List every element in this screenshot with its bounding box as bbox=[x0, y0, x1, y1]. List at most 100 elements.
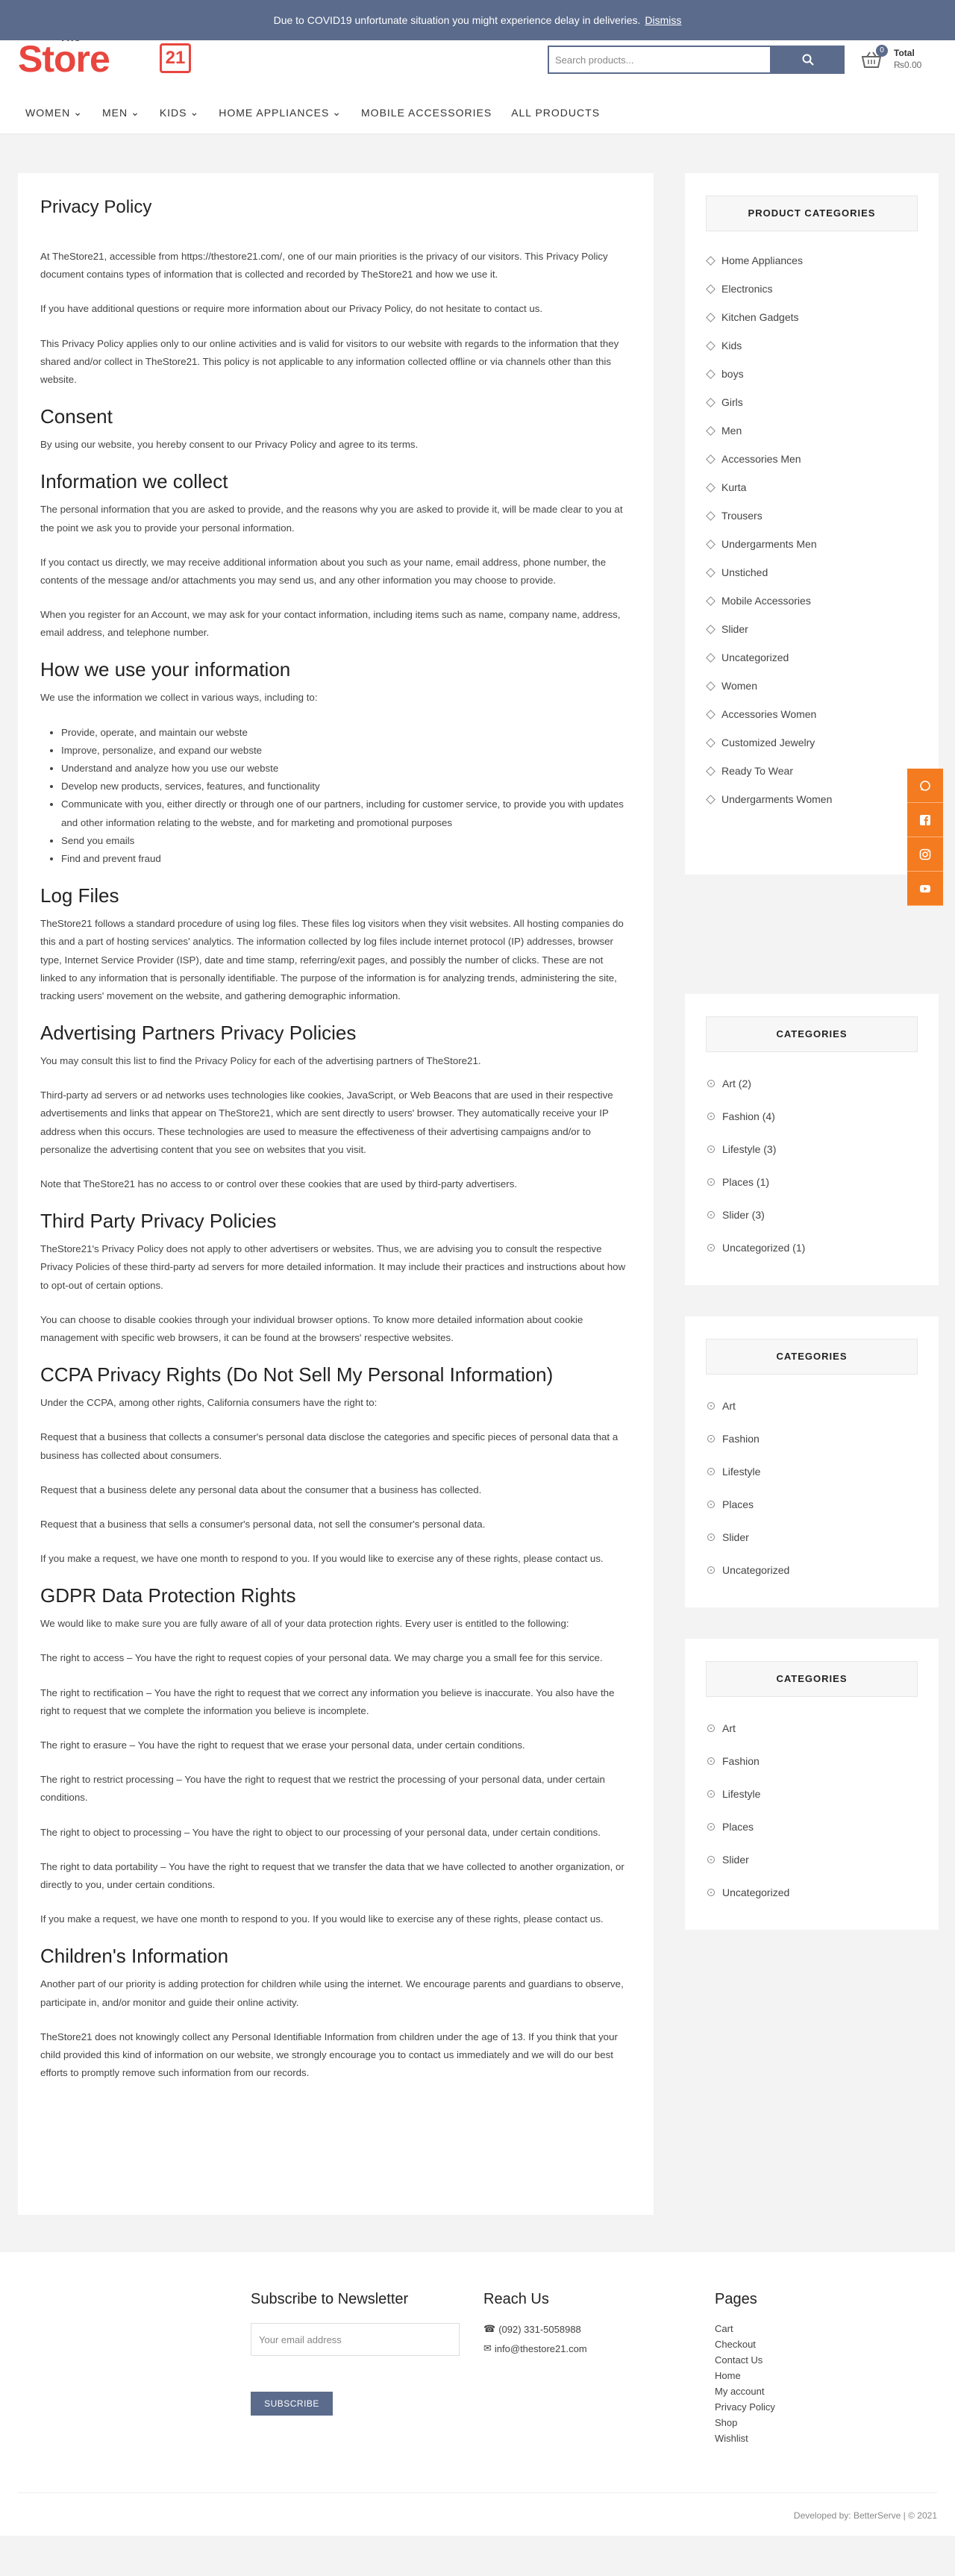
paragraph: We use the information we collect in var… bbox=[40, 692, 318, 704]
category-link[interactable]: Kurta bbox=[706, 473, 918, 501]
nav-item-women[interactable]: WOMEN ⌄ bbox=[25, 106, 83, 119]
category-link[interactable]: Accessories Women bbox=[706, 700, 918, 728]
category-link[interactable]: boys bbox=[706, 360, 918, 388]
category-link[interactable]: Art bbox=[706, 1712, 918, 1745]
paragraph: Request that a business delete any perso… bbox=[40, 1484, 482, 1495]
logo-number-text: 21 bbox=[160, 43, 191, 73]
social-button-whatsapp[interactable] bbox=[907, 769, 943, 803]
footer-heading: Reach Us bbox=[483, 2291, 549, 2307]
email-contact[interactable]: ✉ info@thestore21.com bbox=[483, 2342, 587, 2354]
email-text: info@thestore21.com bbox=[494, 2342, 587, 2354]
category-label: Girls bbox=[721, 396, 743, 408]
footer-link-home[interactable]: Home bbox=[715, 2370, 775, 2386]
category-label: Ready To Wear bbox=[721, 765, 793, 777]
paragraph: When you register for an Account, we may… bbox=[40, 609, 621, 639]
category-link[interactable]: Women bbox=[706, 672, 918, 700]
category-link[interactable]: Electronics bbox=[706, 275, 918, 303]
diamond-bullet-icon bbox=[706, 425, 716, 436]
nav-label: KIDS bbox=[159, 106, 187, 119]
category-link[interactable]: Undergarments Men bbox=[706, 530, 918, 558]
category-link[interactable]: Lifestyle bbox=[706, 1778, 918, 1810]
category-link[interactable]: Places bbox=[706, 1810, 918, 1843]
reach-us-column: Reach Us ☎ (092) 331-5058988 ✉ info@thesto… bbox=[483, 2291, 587, 2362]
newsletter-email-input[interactable]: Your email address bbox=[251, 2323, 460, 2356]
category-link[interactable]: Customized Jewelry bbox=[706, 728, 918, 757]
youtube-icon bbox=[920, 884, 930, 892]
cart-total-label: Total bbox=[894, 48, 915, 58]
category-link[interactable]: Places (1) bbox=[706, 1166, 918, 1198]
footer-link-wishlist[interactable]: Wishlist bbox=[715, 2433, 775, 2448]
nav-item-men[interactable]: MEN ⌄ bbox=[102, 106, 140, 119]
facebook-icon bbox=[920, 814, 930, 825]
category-link[interactable]: Fashion (4) bbox=[706, 1100, 918, 1133]
circle-bullet-icon bbox=[707, 1566, 715, 1574]
category-link[interactable]: Lifestyle (3) bbox=[706, 1133, 918, 1166]
nav-item-home-appliances[interactable]: HOME APPLIANCES ⌄ bbox=[219, 106, 342, 119]
category-link[interactable]: Unstiched bbox=[706, 558, 918, 587]
search-button[interactable] bbox=[771, 46, 845, 74]
diamond-bullet-icon bbox=[706, 567, 716, 578]
category-link[interactable]: Home Appliances bbox=[706, 246, 918, 275]
category-link[interactable]: Uncategorized bbox=[706, 643, 918, 672]
nav-item-all-products[interactable]: ALL PRODUCTS bbox=[511, 106, 600, 119]
circle-bullet-icon bbox=[707, 1725, 715, 1732]
paragraph: This Privacy Policy applies only to our … bbox=[40, 337, 619, 385]
category-link[interactable]: Girls bbox=[706, 388, 918, 416]
category-link[interactable]: Kids bbox=[706, 331, 918, 360]
diamond-bullet-icon bbox=[706, 624, 716, 634]
category-link[interactable]: Men bbox=[706, 416, 918, 445]
footer-link-account[interactable]: My account bbox=[715, 2386, 775, 2401]
social-button-youtube[interactable] bbox=[907, 872, 943, 906]
nav-label: HOME APPLIANCES bbox=[219, 106, 330, 119]
category-link[interactable]: Fashion bbox=[706, 1422, 918, 1455]
phone-text: (092) 331-5058988 bbox=[498, 2323, 581, 2335]
category-label: Accessories Women bbox=[721, 708, 817, 720]
footer-link-cart[interactable]: Cart bbox=[715, 2323, 775, 2339]
circle-bullet-icon bbox=[707, 1856, 715, 1863]
category-link[interactable]: Ready To Wear bbox=[706, 757, 918, 785]
circle-bullet-icon bbox=[707, 1790, 715, 1798]
circle-bullet-icon bbox=[707, 1145, 715, 1153]
footer-link-contact[interactable]: Contact Us bbox=[715, 2354, 775, 2370]
footer-link-shop[interactable]: Shop bbox=[715, 2417, 775, 2433]
category-link[interactable]: Mobile Accessories bbox=[706, 587, 918, 615]
category-label: Uncategorized bbox=[722, 1564, 790, 1576]
categories-widget: CATEGORIES Art Fashion Lifestyle Places … bbox=[685, 1639, 939, 1930]
category-link[interactable]: Uncategorized (1) bbox=[706, 1231, 918, 1264]
category-link[interactable]: Uncategorized bbox=[706, 1876, 918, 1909]
category-link[interactable]: Art (2) bbox=[706, 1067, 918, 1100]
nav-item-kids[interactable]: KIDS ⌄ bbox=[160, 106, 199, 119]
category-link[interactable]: Uncategorized bbox=[706, 1554, 918, 1586]
category-link[interactable]: Lifestyle bbox=[706, 1455, 918, 1488]
cart-widget[interactable]: 0 Total ₨0.00 bbox=[858, 45, 940, 73]
category-link[interactable]: Slider (3) bbox=[706, 1198, 918, 1231]
category-link[interactable]: Fashion bbox=[706, 1745, 918, 1778]
category-link[interactable]: Art bbox=[706, 1389, 918, 1422]
phone-contact[interactable]: ☎ (092) 331-5058988 bbox=[483, 2323, 587, 2335]
nav-item-mobile-accessories[interactable]: MOBILE ACCESSORIES bbox=[361, 106, 492, 119]
search-input[interactable]: Search products... bbox=[548, 46, 771, 74]
category-link[interactable]: Places bbox=[706, 1488, 918, 1521]
paragraph: TheStore21's Privacy Policy does not app… bbox=[40, 1243, 626, 1291]
footer-link-privacy[interactable]: Privacy Policy bbox=[715, 2401, 775, 2417]
widget-title: CATEGORIES bbox=[706, 1016, 918, 1052]
paragraph: The right to restrict processing – You h… bbox=[40, 1774, 605, 1804]
category-link[interactable]: Accessories Men bbox=[706, 445, 918, 473]
category-link[interactable]: Slider bbox=[706, 1521, 918, 1554]
section-heading: Consent bbox=[40, 405, 113, 428]
social-button-facebook[interactable] bbox=[907, 803, 943, 837]
category-link[interactable]: Trousers bbox=[706, 501, 918, 530]
category-link[interactable]: Slider bbox=[706, 615, 918, 643]
category-link[interactable]: Kitchen Gadgets bbox=[706, 303, 918, 331]
dismiss-link[interactable]: Dismiss bbox=[645, 14, 681, 26]
logo[interactable]: Store The 21 bbox=[18, 31, 191, 80]
subscribe-button[interactable]: SUBSCRIBE bbox=[251, 2392, 333, 2416]
footer-link-checkout[interactable]: Checkout bbox=[715, 2339, 775, 2354]
nav-label: MEN bbox=[101, 106, 128, 119]
paragraph: If you make a request, we have one month… bbox=[40, 1913, 604, 1925]
social-button-instagram[interactable] bbox=[907, 837, 943, 872]
footer-heading: Pages bbox=[715, 2291, 757, 2307]
category-link[interactable]: Slider bbox=[706, 1843, 918, 1876]
copyright-text: Developed by: BetterServe | © 2021 bbox=[793, 2510, 937, 2521]
category-link[interactable]: Undergarments Women bbox=[706, 785, 918, 813]
